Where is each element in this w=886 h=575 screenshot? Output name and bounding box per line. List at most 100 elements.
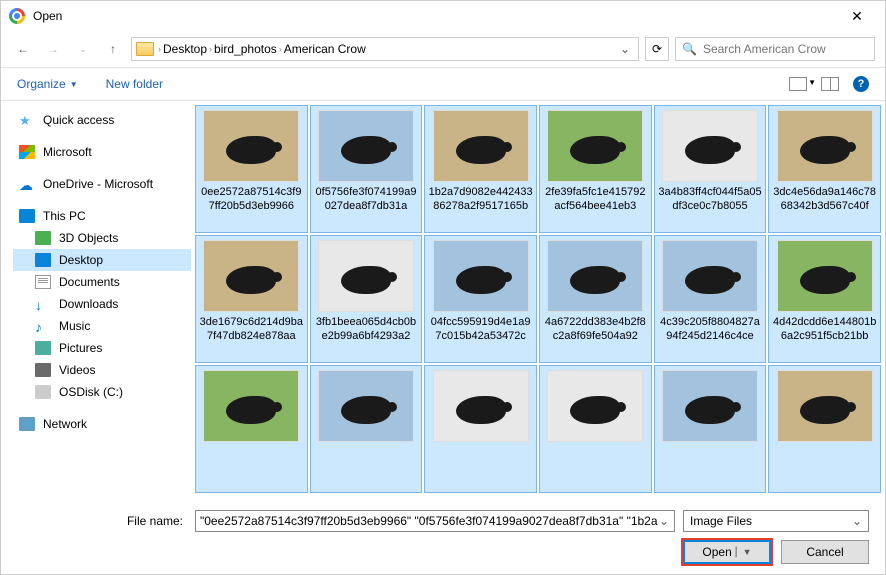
preview-pane-button[interactable] — [821, 77, 839, 91]
file-name: 4d42dcdd6e144801b6a2c951f5cb21bb — [773, 316, 877, 358]
sidebar-downloads[interactable]: Downloads — [13, 293, 191, 315]
chrome-icon — [9, 8, 25, 24]
file-name: 04fcc595919d4e1a97c015b42a53472c — [429, 316, 533, 358]
objects-icon — [35, 231, 51, 245]
file-thumb[interactable]: 2fe39fa5fc1e415792acf564bee41eb3 — [539, 105, 652, 233]
file-thumb[interactable]: 0ee2572a87514c3f97ff20b5d3eb9966 — [195, 105, 308, 233]
breadcrumb[interactable]: › Desktop › bird_photos › American Crow … — [131, 37, 639, 61]
sidebar-microsoft[interactable]: Microsoft — [13, 141, 191, 163]
close-button[interactable]: ✕ — [837, 8, 877, 25]
sidebar-onedrive[interactable]: OneDrive - Microsoft — [13, 173, 191, 195]
thumbnail-image — [662, 240, 758, 312]
chevron-right-icon: › — [279, 44, 282, 54]
filename-label: File name: — [17, 514, 187, 528]
file-thumb[interactable] — [195, 365, 308, 493]
filename-dropdown[interactable]: ⌄ — [658, 514, 670, 528]
sidebar-network[interactable]: Network — [13, 413, 191, 435]
file-name: 0ee2572a87514c3f97ff20b5d3eb9966 — [199, 186, 303, 228]
up-button[interactable]: ↑ — [101, 37, 125, 61]
toolbar: Organize▼ New folder ▼ ? — [1, 67, 885, 101]
file-grid[interactable]: 0ee2572a87514c3f97ff20b5d3eb9966 0f5756fe… — [191, 101, 885, 511]
breadcrumb-item[interactable]: American Crow — [284, 42, 366, 56]
refresh-button[interactable]: ⟳ — [645, 37, 669, 61]
thumbnail-image — [203, 110, 299, 182]
file-name: 3de1679c6d214d9ba7f47db824e878aa — [199, 316, 303, 358]
thumbnail-image — [203, 240, 299, 312]
star-icon — [19, 113, 35, 127]
thumbnail-image — [547, 240, 643, 312]
back-button[interactable]: ← — [11, 37, 35, 61]
videos-icon — [35, 363, 51, 377]
chevron-right-icon: › — [209, 44, 212, 54]
file-name: 2fe39fa5fc1e415792acf564bee41eb3 — [543, 186, 647, 228]
sidebar-this-pc[interactable]: This PC — [13, 205, 191, 227]
breadcrumb-item[interactable]: bird_photos — [214, 42, 277, 56]
pictures-icon — [35, 341, 51, 355]
search-icon: 🔍 — [682, 42, 697, 56]
download-icon — [35, 297, 51, 311]
file-name: 3fb1beea065d4cb0be2b99a6bf4293a2 — [314, 316, 418, 358]
file-thumb[interactable]: 4d42dcdd6e144801b6a2c951f5cb21bb — [768, 235, 881, 363]
chevron-down-icon: ⌄ — [852, 514, 862, 528]
thumbnail-image — [318, 240, 414, 312]
thumbnail-image — [547, 370, 643, 442]
sidebar-osdisk[interactable]: OSDisk (C:) — [13, 381, 191, 403]
filetype-filter[interactable]: Image Files ⌄ — [683, 510, 869, 532]
thumbnail-image — [433, 240, 529, 312]
sidebar-3d-objects[interactable]: 3D Objects — [13, 227, 191, 249]
thumbnail-image — [662, 370, 758, 442]
file-thumb[interactable]: 3fb1beea065d4cb0be2b99a6bf4293a2 — [310, 235, 423, 363]
file-name: 3a4b83ff4cf044f5a05df3ce0c7b8055 — [658, 186, 762, 228]
sidebar-quick-access[interactable]: Quick access — [13, 109, 191, 131]
file-thumb[interactable] — [310, 365, 423, 493]
sidebar-videos[interactable]: Videos — [13, 359, 191, 381]
file-thumb[interactable]: 4a6722dd383e4b2f8c2a8f69fe504a92 — [539, 235, 652, 363]
help-button[interactable]: ? — [853, 76, 869, 92]
sidebar-pictures[interactable]: Pictures — [13, 337, 191, 359]
file-name: 4a6722dd383e4b2f8c2a8f69fe504a92 — [543, 316, 647, 358]
search-box[interactable]: 🔍 — [675, 37, 875, 61]
file-thumb[interactable]: 0f5756fe3f074199a9027dea8f7db31a — [310, 105, 423, 233]
file-thumb[interactable]: 3dc4e56da9a146c7868342b3d567c40f — [768, 105, 881, 233]
file-thumb[interactable] — [424, 365, 537, 493]
thumbnail-image — [203, 370, 299, 442]
file-thumb[interactable]: 1b2a7d9082e44243386278a2f9517165b — [424, 105, 537, 233]
new-folder-button[interactable]: New folder — [106, 77, 163, 91]
file-name: 0f5756fe3f074199a9027dea8f7db31a — [314, 186, 418, 228]
titlebar: Open ✕ — [1, 1, 885, 31]
file-name: 1b2a7d9082e44243386278a2f9517165b — [429, 186, 533, 228]
footer: File name: ⌄ Image Files ⌄ Open▏▼ Cancel — [1, 502, 885, 574]
sidebar-music[interactable]: Music — [13, 315, 191, 337]
thumbnail-image — [777, 110, 873, 182]
sidebar-desktop[interactable]: Desktop — [13, 249, 191, 271]
filename-field[interactable]: ⌄ — [195, 510, 675, 532]
file-thumb[interactable]: 3de1679c6d214d9ba7f47db824e878aa — [195, 235, 308, 363]
network-icon — [19, 417, 35, 431]
open-button[interactable]: Open▏▼ — [683, 540, 771, 564]
filename-input[interactable] — [200, 514, 658, 528]
file-thumb[interactable] — [539, 365, 652, 493]
breadcrumb-item[interactable]: Desktop — [163, 42, 207, 56]
recent-dropdown[interactable]: ⌄ — [71, 37, 95, 61]
file-thumb[interactable]: 4c39c205f8804827a94f245d2146c4ce — [654, 235, 767, 363]
breadcrumb-dropdown[interactable]: ⌄ — [616, 42, 634, 56]
file-thumb[interactable]: 3a4b83ff4cf044f5a05df3ce0c7b8055 — [654, 105, 767, 233]
forward-button[interactable]: → — [41, 37, 65, 61]
thumbnail-image — [547, 110, 643, 182]
file-name: 4c39c205f8804827a94f245d2146c4ce — [658, 316, 762, 358]
view-button[interactable]: ▼ — [789, 77, 807, 91]
file-thumb[interactable]: 04fcc595919d4e1a97c015b42a53472c — [424, 235, 537, 363]
file-thumb[interactable] — [768, 365, 881, 493]
cloud-icon — [19, 177, 35, 191]
thumbnail-image — [662, 110, 758, 182]
chevron-right-icon: › — [158, 44, 161, 54]
documents-icon — [35, 275, 51, 289]
search-input[interactable] — [703, 42, 868, 56]
file-thumb[interactable] — [654, 365, 767, 493]
cancel-button[interactable]: Cancel — [781, 540, 869, 564]
thumbnail-image — [777, 240, 873, 312]
disk-icon — [35, 385, 51, 399]
sidebar-documents[interactable]: Documents — [13, 271, 191, 293]
organize-menu[interactable]: Organize▼ — [17, 77, 78, 91]
desktop-icon — [35, 253, 51, 267]
